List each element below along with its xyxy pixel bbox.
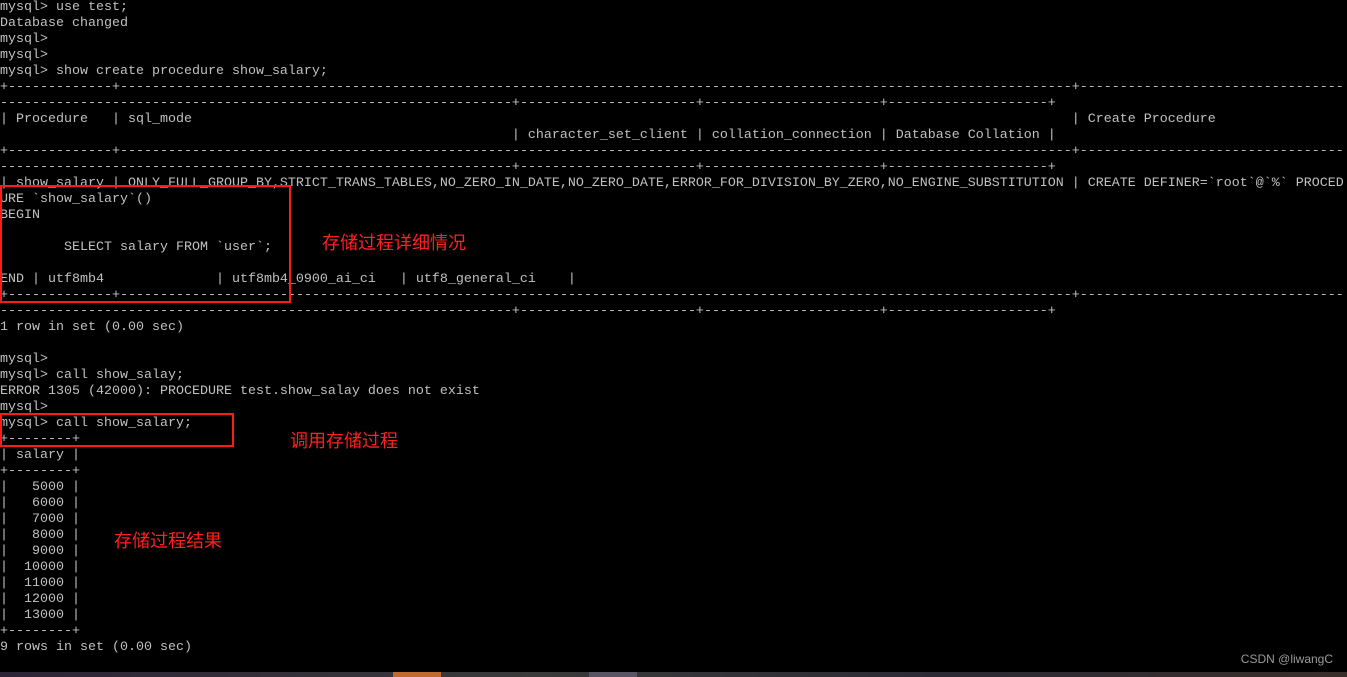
taskbar-item[interactable] [589,672,637,677]
terminal-line: +--------+ [0,624,80,639]
terminal-line: | salary | [0,448,80,463]
terminal-line: +--------+ [0,464,80,479]
terminal-line: mysql> [0,48,48,63]
terminal-line: mysql> call show_salay; [0,368,184,383]
call-highlight-box [0,413,234,447]
terminal-line: | 5000 | [0,480,80,495]
terminal-line: | Procedure | sql_mode | Create Procedur… [0,112,1216,127]
terminal-line: 9 rows in set (0.00 sec) [0,640,192,655]
terminal-line: mysql> [0,32,48,47]
terminal-line: +-------------+-------------------------… [0,144,1344,159]
procedure-detail-highlight-box [0,185,291,303]
terminal-line: | 12000 | [0,592,80,607]
terminal-line: | 6000 | [0,496,80,511]
taskbar [0,672,1347,677]
terminal-line: ----------------------------------------… [0,96,1056,111]
terminal-line: | 11000 | [0,576,80,591]
terminal-line: mysql> show create procedure show_salary… [0,64,328,79]
watermark: CSDN @liwangC [1240,652,1333,666]
terminal-line: | 13000 | [0,608,80,623]
terminal-line: | 10000 | [0,560,80,575]
terminal-line: | character_set_client | collation_conne… [0,128,1056,143]
terminal-line: | 7000 | [0,512,80,527]
terminal-line: +-------------+-------------------------… [0,80,1344,95]
terminal-line: mysql> use test; [0,0,128,15]
procedure-detail-annotation: 存储过程详细情况 [322,233,466,254]
terminal-line: 1 row in set (0.00 sec) [0,320,184,335]
call-procedure-annotation: 调用存储过程 [290,431,398,452]
terminal-line: ----------------------------------------… [0,304,1056,319]
taskbar-active-item[interactable] [393,672,441,677]
procedure-result-annotation: 存储过程结果 [114,531,222,552]
terminal-line: Database changed [0,16,128,31]
terminal-line: mysql> [0,352,48,367]
terminal-line: ERROR 1305 (42000): PROCEDURE test.show_… [0,384,480,399]
terminal-line: ----------------------------------------… [0,160,1056,175]
terminal-output[interactable]: mysql> use test; Database changed mysql> my… [0,0,1347,656]
